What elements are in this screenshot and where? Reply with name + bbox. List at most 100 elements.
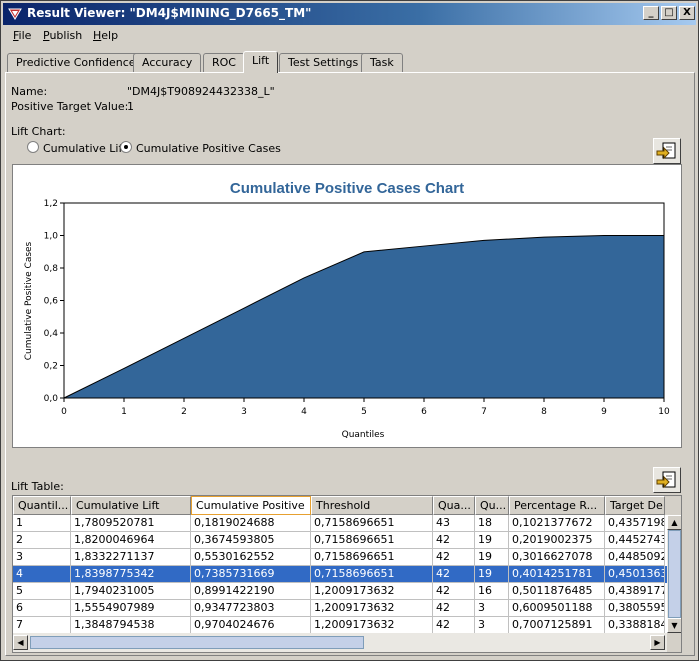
y-tick-label: 0,4 (44, 329, 59, 339)
table-cell[interactable]: 0,1819024688 (191, 515, 311, 532)
table-cell[interactable]: 0,7158696651 (311, 549, 433, 566)
table-cell[interactable]: 0,7007125891 (509, 617, 605, 634)
column-header[interactable]: Cumulative Positive (191, 496, 311, 515)
minimize-button[interactable]: _ (643, 6, 659, 20)
table-row[interactable]: 7 1,3848794538 0,9704024676 1,2009173632 42 3… (13, 617, 667, 634)
table-row[interactable]: 1 1,7809520781 0,1819024688 0,7158696651 43 1… (13, 515, 667, 532)
table-cell[interactable]: 1,2009173632 (311, 600, 433, 617)
table-cell[interactable]: 42 (433, 532, 475, 549)
table-cell[interactable]: 1,2009173632 (311, 583, 433, 600)
table-cell[interactable]: 42 (433, 549, 475, 566)
table-cell[interactable]: 7 (13, 617, 71, 634)
table-cell[interactable]: 3 (475, 600, 509, 617)
scroll-right-button[interactable]: ▶ (650, 635, 665, 650)
table-cell[interactable]: 0,3016627078 (509, 549, 605, 566)
table-cell[interactable]: 0,4389177 (605, 583, 665, 600)
table-row[interactable]: 2 1,8200046964 0,3674593805 0,7158696651 42 1… (13, 532, 667, 549)
table-cell[interactable]: 0,9347723803 (191, 600, 311, 617)
table-cell[interactable]: 0,9704024676 (191, 617, 311, 634)
title-bar[interactable]: Result Viewer: "DM4J$MINING_D7665_TM" _ … (3, 3, 696, 25)
series-area (63, 235, 665, 399)
column-header[interactable]: Qua... (433, 496, 475, 515)
table-cell[interactable]: 19 (475, 549, 509, 566)
vertical-scrollbar[interactable]: ▲ ▼ (667, 515, 681, 633)
table-cell[interactable]: 1,8332271137 (71, 549, 191, 566)
scroll-down-button[interactable]: ▼ (667, 618, 681, 633)
table-cell[interactable]: 0,7158696651 (311, 532, 433, 549)
horizontal-scroll-thumb[interactable] (30, 636, 364, 649)
tab-lift[interactable]: Lift (243, 51, 279, 73)
tab-accuracy[interactable]: Accuracy (133, 53, 202, 72)
tab-test-settings[interactable]: Test Settings (279, 53, 368, 72)
table-cell[interactable]: 1,2009173632 (311, 617, 433, 634)
table-cell[interactable]: 3 (13, 549, 71, 566)
scroll-up-button[interactable]: ▲ (667, 515, 681, 530)
table-cell[interactable]: 0,1021377672 (509, 515, 605, 532)
table-cell[interactable]: 43 (433, 515, 475, 532)
export-chart-button[interactable] (653, 138, 681, 164)
cumulative-positive-cases-label[interactable]: Cumulative Positive Cases (136, 142, 281, 155)
vertical-scroll-thumb[interactable] (668, 530, 681, 618)
table-cell[interactable]: 42 (433, 566, 475, 583)
table-row[interactable]: 6 1,5554907989 0,9347723803 1,2009173632 42 3… (13, 600, 667, 617)
table-cell[interactable]: 42 (433, 583, 475, 600)
table-cell[interactable]: 0,4485092 (605, 549, 665, 566)
table-cell[interactable]: 42 (433, 617, 475, 634)
table-cell[interactable]: 1,7809520781 (71, 515, 191, 532)
table-cell[interactable]: 0,3805595 (605, 600, 665, 617)
table-cell[interactable]: 0,3388184 (605, 617, 665, 634)
column-header[interactable]: Threshold (311, 496, 433, 515)
table-cell[interactable]: 19 (475, 532, 509, 549)
table-row[interactable]: 4 1,8398775342 0,7385731669 0,7158696651 42 1… (13, 566, 667, 583)
table-cell[interactable]: 0,8991422190 (191, 583, 311, 600)
table-cell[interactable]: 0,7385731669 (191, 566, 311, 583)
table-row[interactable]: 3 1,8332271137 0,5530162552 0,7158696651 42 1… (13, 549, 667, 566)
table-cell[interactable]: 0,2019002375 (509, 532, 605, 549)
column-header[interactable]: Cumulative Lift (71, 496, 191, 515)
menu-publish[interactable]: Publish (43, 29, 82, 42)
scroll-left-button[interactable]: ◀ (13, 635, 28, 650)
table-cell[interactable]: 3 (475, 617, 509, 634)
table-cell[interactable]: 1,8200046964 (71, 532, 191, 549)
table-cell[interactable]: 6 (13, 600, 71, 617)
table-cell[interactable]: 1 (13, 515, 71, 532)
table-cell[interactable]: 18 (475, 515, 509, 532)
tab-task[interactable]: Task (361, 53, 403, 72)
table-cell[interactable]: 0,4014251781 (509, 566, 605, 583)
cumulative-lift-radio[interactable] (27, 141, 39, 153)
table-cell[interactable]: 0,5530162552 (191, 549, 311, 566)
table-cell[interactable]: 0,3674593805 (191, 532, 311, 549)
cumulative-positive-cases-radio[interactable] (120, 141, 132, 153)
tab-predictive-confidence[interactable]: Predictive Confidence (7, 53, 145, 72)
table-cell[interactable]: 0,4357198 (605, 515, 665, 532)
column-header[interactable]: Percentage R... (509, 496, 605, 515)
table-cell[interactable]: 1,3848794538 (71, 617, 191, 634)
table-cell[interactable]: 0,7158696651 (311, 566, 433, 583)
horizontal-scrollbar[interactable]: ◀ ▶ (13, 633, 667, 652)
column-header[interactable]: Qu... (475, 496, 509, 515)
table-cell[interactable]: 4 (13, 566, 71, 583)
table-cell[interactable]: 0,5011876485 (509, 583, 605, 600)
table-cell[interactable]: 42 (433, 600, 475, 617)
menu-file[interactable]: File (13, 29, 31, 42)
maximize-button[interactable]: □ (661, 6, 677, 20)
column-header[interactable]: Quantil... (13, 496, 71, 515)
menu-help[interactable]: Help (93, 29, 118, 42)
cumulative-lift-label[interactable]: Cumulative Lift (43, 142, 126, 155)
table-cell[interactable]: 5 (13, 583, 71, 600)
table-row[interactable]: 5 1,7940231005 0,8991422190 1,2009173632 42 1… (13, 583, 667, 600)
table-cell[interactable]: 19 (475, 566, 509, 583)
table-cell[interactable]: 1,7940231005 (71, 583, 191, 600)
table-cell[interactable]: 0,7158696651 (311, 515, 433, 532)
table-cell[interactable]: 1,8398775342 (71, 566, 191, 583)
tab-roc[interactable]: ROC (203, 53, 245, 72)
table-cell[interactable]: 16 (475, 583, 509, 600)
table-cell[interactable]: 0,6009501188 (509, 600, 605, 617)
table-cell[interactable]: 0,4501363 (605, 566, 665, 583)
close-button[interactable]: X (679, 6, 695, 20)
table-cell[interactable]: 1,5554907989 (71, 600, 191, 617)
table-cell[interactable]: 0,4452743 (605, 532, 665, 549)
column-header[interactable]: Target De (605, 496, 665, 515)
table-cell[interactable]: 2 (13, 532, 71, 549)
export-table-button[interactable] (653, 467, 681, 493)
